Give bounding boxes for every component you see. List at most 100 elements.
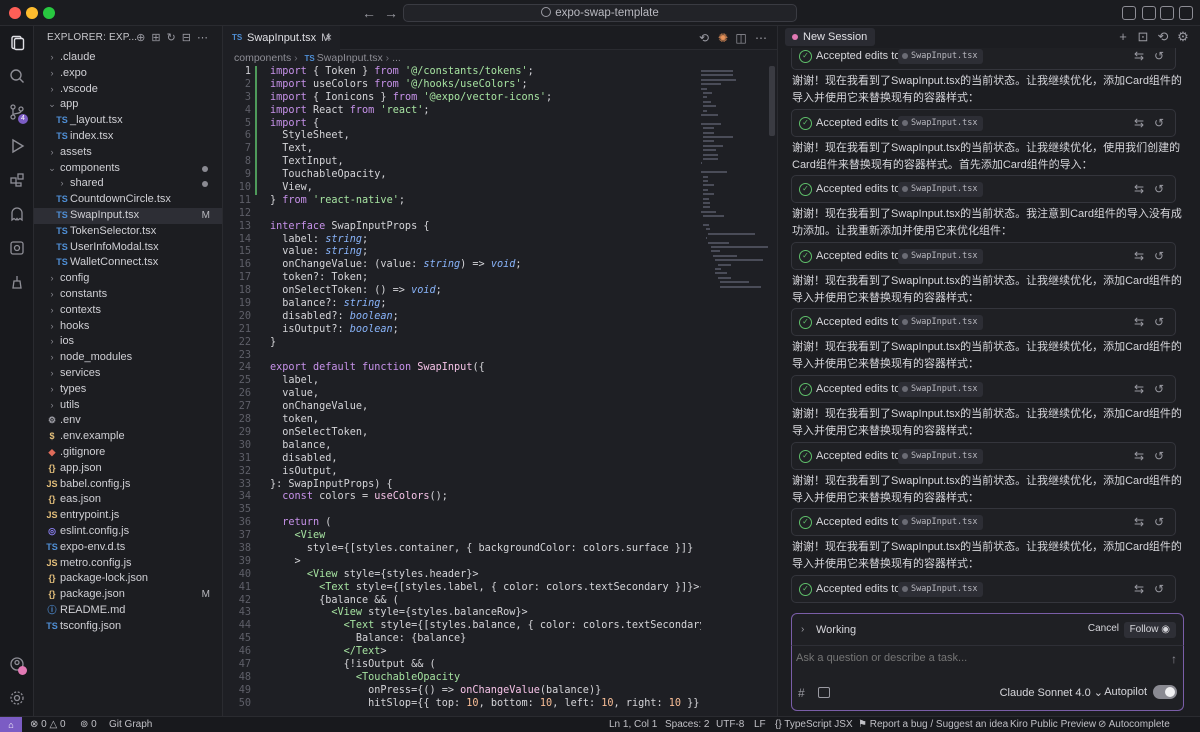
follow-button[interactable]: Follow ◉	[1123, 622, 1176, 638]
revert-icon[interactable]: ↺	[1152, 249, 1166, 263]
layout-icon[interactable]	[1122, 6, 1136, 20]
cancel-button[interactable]: Cancel	[1088, 623, 1119, 634]
tree-item[interactable]: JS entrypoint.js	[34, 508, 222, 524]
tree-item[interactable]: TS expo-env.d.ts	[34, 540, 222, 556]
tree-item[interactable]: TS index.tsx	[34, 129, 222, 145]
file-chip[interactable]: SwapInput.tsx	[898, 382, 983, 397]
tree-item[interactable]: › contexts	[34, 303, 222, 319]
problems-indicator[interactable]: ⊗ 0 △ 0	[30, 717, 66, 732]
close-window-button[interactable]	[9, 7, 21, 19]
tree-item[interactable]: › config	[34, 271, 222, 287]
maximize-window-button[interactable]	[43, 7, 55, 19]
tree-item[interactable]: TS SwapInput.tsx M	[34, 207, 222, 224]
revert-icon[interactable]: ↺	[1152, 49, 1166, 63]
minimize-window-button[interactable]	[26, 7, 38, 19]
file-chip[interactable]: SwapInput.tsx	[898, 49, 983, 64]
breadcrumb-folder[interactable]: components	[234, 52, 291, 64]
tree-item[interactable]: › .expo	[34, 66, 222, 82]
tree-item[interactable]: {} package-lock.json	[34, 571, 222, 587]
kiro-sparkle-icon[interactable]: ✺	[716, 31, 730, 45]
autocomplete-toggle[interactable]: ⊘ Autocomplete	[1098, 717, 1170, 732]
chat-input[interactable]	[796, 652, 1156, 664]
file-chip[interactable]: SwapInput.tsx	[898, 315, 983, 331]
tree-item[interactable]: ◎ eslint.config.js	[34, 524, 222, 540]
tree-item[interactable]: ◆ .gitignore	[34, 445, 222, 461]
forward-arrow-icon[interactable]: →	[382, 4, 400, 22]
tree-item[interactable]: TS tsconfig.json	[34, 619, 222, 635]
revert-icon[interactable]: ↺	[1152, 116, 1166, 130]
tree-item[interactable]: › .claude	[34, 50, 222, 66]
tree-item[interactable]: TS TokenSelector.tsx	[34, 224, 222, 240]
autopilot-toggle[interactable]	[1153, 685, 1177, 699]
tree-item[interactable]: ⌄ app	[34, 97, 222, 113]
toggle-secondary-sidebar-icon[interactable]	[1179, 6, 1193, 20]
ports-indicator[interactable]: ⊚ 0	[80, 717, 97, 732]
chat-archive-icon[interactable]: ⊡	[1136, 30, 1150, 44]
diff-view-icon[interactable]: ⇆	[1132, 382, 1146, 396]
tree-item[interactable]: ⚙ .env	[34, 413, 222, 429]
code-editor[interactable]: 1 import { Token } from '@/constants/toke…	[223, 66, 701, 716]
more-actions-icon[interactable]: ⋯	[754, 31, 768, 45]
file-chip[interactable]: SwapInput.tsx	[898, 581, 983, 597]
tree-item[interactable]: {} package.json M	[34, 587, 222, 603]
tree-item[interactable]: JS metro.config.js	[34, 556, 222, 572]
chevron-right-icon[interactable]: ›	[801, 614, 804, 646]
tree-item[interactable]: › .vscode	[34, 82, 222, 98]
back-arrow-icon[interactable]: ←	[360, 4, 378, 22]
diff-view-icon[interactable]: ⇆	[1132, 315, 1146, 329]
kiro-ghost-icon[interactable]	[9, 206, 25, 222]
revert-icon[interactable]: ↺	[1152, 382, 1166, 396]
diff-view-icon[interactable]: ⇆	[1132, 182, 1146, 196]
tree-item[interactable]: JS babel.config.js	[34, 477, 222, 493]
tree-item[interactable]: TS CountdownCircle.tsx	[34, 192, 222, 208]
tree-item[interactable]: › node_modules	[34, 350, 222, 366]
explorer-icon[interactable]	[9, 35, 25, 51]
image-attach-icon[interactable]	[818, 687, 830, 698]
tree-item[interactable]: › hooks	[34, 319, 222, 335]
new-session-plus-icon[interactable]: +	[1116, 30, 1130, 44]
diff-view-icon[interactable]: ⇆	[1132, 582, 1146, 596]
send-arrow-icon[interactable]: ↑	[1171, 652, 1177, 666]
file-chip[interactable]: SwapInput.tsx	[898, 515, 983, 531]
tree-item[interactable]: {} eas.json	[34, 492, 222, 508]
git-graph-button[interactable]: Git Graph	[109, 717, 152, 732]
settings-gear-icon[interactable]	[9, 690, 25, 706]
search-icon[interactable]	[9, 68, 25, 84]
diff-view-icon[interactable]: ⇆	[1132, 249, 1146, 263]
tree-item[interactable]: ⓘ README.md	[34, 603, 222, 619]
explorer-actions[interactable]: ⊕⊞↻⊟⋯	[136, 26, 214, 50]
encoding[interactable]: UTF-8	[716, 717, 744, 732]
revert-icon[interactable]: ↺	[1152, 449, 1166, 463]
tree-item[interactable]: › utils	[34, 398, 222, 414]
tree-item[interactable]: › types	[34, 382, 222, 398]
tree-item[interactable]: TS WalletConnect.tsx	[34, 255, 222, 271]
report-bug-link[interactable]: ⚑ Report a bug / Suggest an idea	[858, 717, 1008, 732]
breadcrumb-file[interactable]: SwapInput.tsx	[317, 52, 383, 64]
chat-settings-icon[interactable]: ⚙	[1176, 30, 1190, 44]
testing-icon[interactable]	[9, 274, 25, 290]
line-ending[interactable]: LF	[754, 717, 766, 732]
diff-view-icon[interactable]: ⇆	[1132, 49, 1146, 63]
diff-view-icon[interactable]: ⇆	[1132, 449, 1146, 463]
tree-item[interactable]: › services	[34, 366, 222, 382]
file-chip[interactable]: SwapInput.tsx	[898, 248, 983, 264]
tree-item[interactable]: › constants	[34, 287, 222, 303]
cursor-position[interactable]: Ln 1, Col 1	[609, 717, 657, 732]
tab-swapinput[interactable]: TS SwapInput.tsx M ×	[223, 26, 340, 50]
breadcrumb-symbol[interactable]: ...	[392, 52, 401, 64]
tree-item[interactable]: TS _layout.tsx	[34, 113, 222, 129]
diff-view-icon[interactable]: ⇆	[1132, 515, 1146, 529]
chat-history-icon[interactable]: ⟲	[1156, 30, 1170, 44]
revert-icon[interactable]: ↺	[1152, 515, 1166, 529]
model-selector[interactable]: Claude Sonnet 4.0 ⌄	[1000, 686, 1103, 699]
language-mode[interactable]: {} TypeScript JSX	[775, 717, 853, 732]
file-chip[interactable]: SwapInput.tsx	[898, 115, 983, 131]
tree-item[interactable]: ⌄ components	[34, 161, 222, 177]
extensions-icon[interactable]	[9, 172, 25, 188]
toggle-sidebar-icon[interactable]	[1142, 6, 1156, 20]
tree-item[interactable]: › ios	[34, 334, 222, 350]
session-tab[interactable]: New Session	[785, 28, 876, 46]
file-chip[interactable]: SwapInput.tsx	[898, 182, 983, 198]
tree-item[interactable]: TS UserInfoModal.tsx	[34, 240, 222, 256]
remote-indicator-icon[interactable]: ⌂	[0, 717, 22, 732]
